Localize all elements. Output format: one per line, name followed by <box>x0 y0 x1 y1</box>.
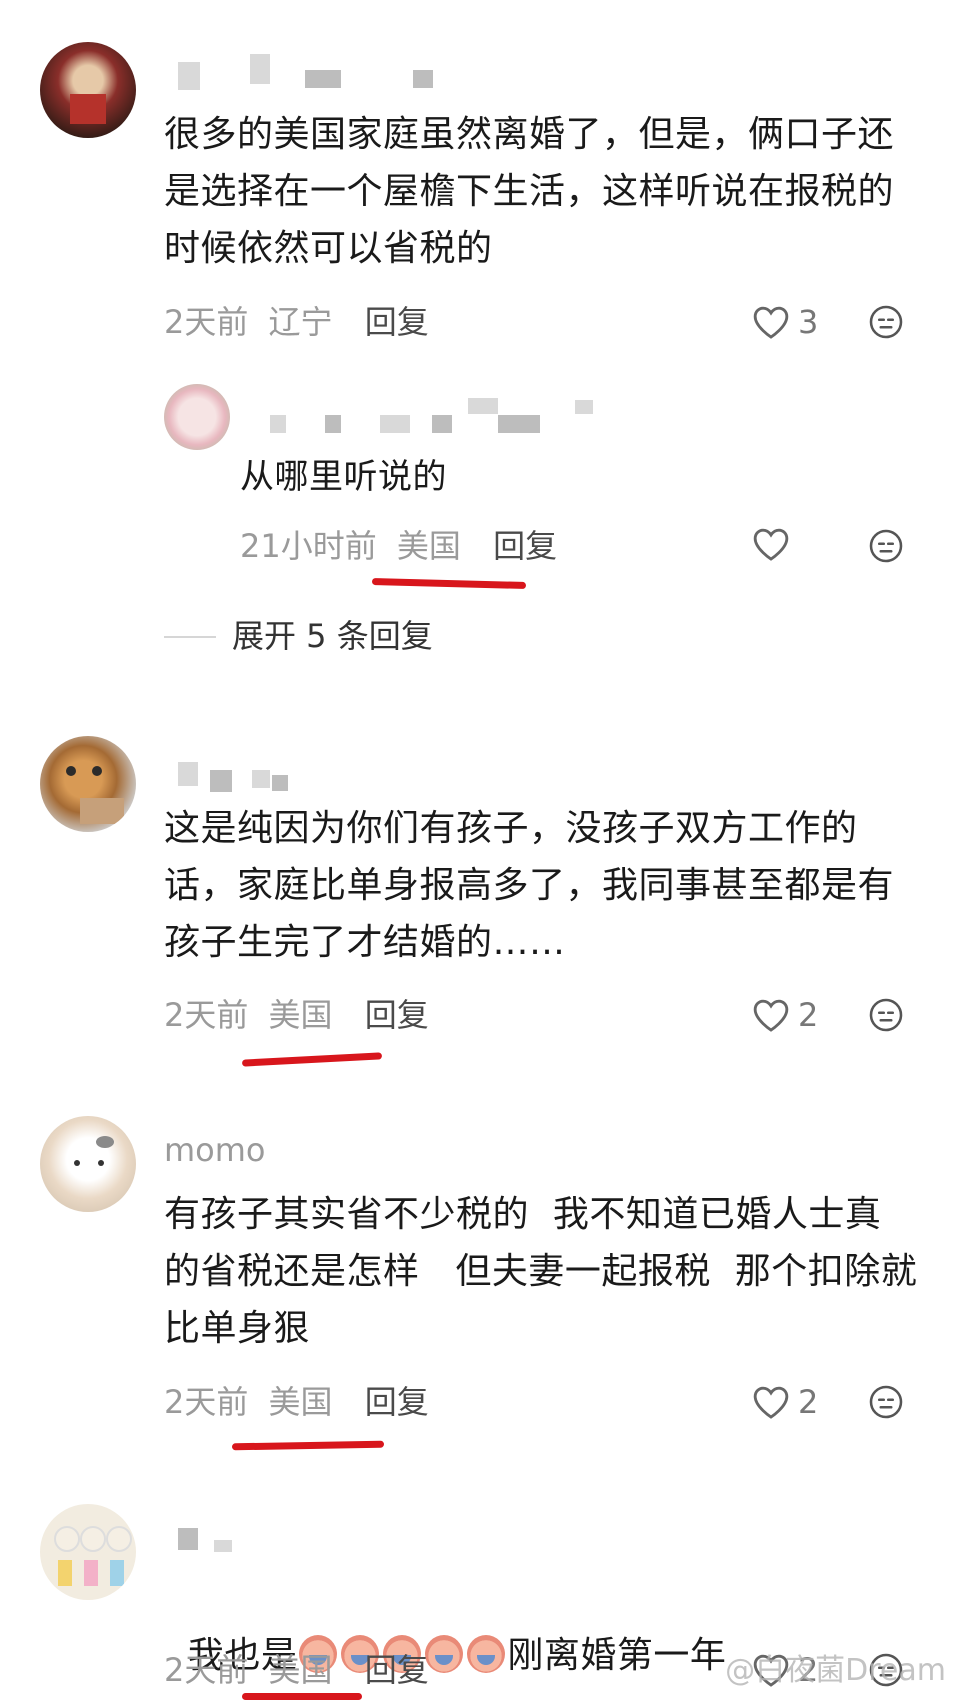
comment-location: 美国 <box>268 1383 333 1421</box>
reply-button[interactable]: 回复 <box>493 527 557 565</box>
heart-icon <box>753 1386 789 1419</box>
like-count: 3 <box>798 303 819 341</box>
heart-icon <box>753 528 789 561</box>
comment-text: 有孩子其实省不少税的 我不知道已婚人士真 的省税还是怎样 但夫妻一起报税 那个扣… <box>164 1194 918 1349</box>
heart-icon <box>753 306 789 339</box>
reply-button[interactable]: 回复 <box>365 1383 429 1421</box>
crying-face-icon <box>425 1635 464 1673</box>
heart-icon <box>753 999 789 1032</box>
comment-text: 很多的美国家庭虽然离婚了，但是，俩口子还 是选择在一个屋檐下生活，这样听说在报税… <box>164 114 895 269</box>
more-icon[interactable] <box>868 304 904 340</box>
comment-text-end: 刚离婚第一年 <box>507 1635 727 1676</box>
like-count: 2 <box>798 1383 819 1421</box>
more-icon[interactable] <box>868 528 904 564</box>
like-button[interactable]: 3 <box>752 302 818 342</box>
expand-replies-button[interactable]: 展开 5 条回复 <box>232 616 433 656</box>
highlight-underline <box>371 577 527 590</box>
comment-meta: 2天前 美国 回复 <box>164 1382 429 1422</box>
comment-time: 2天前 <box>164 1383 249 1421</box>
crying-face-icon <box>467 1635 506 1673</box>
expand-divider <box>164 636 216 638</box>
watermark: @白夜菌Dream <box>725 1653 946 1688</box>
comment-username[interactable]: momo <box>164 1130 266 1170</box>
highlight-underline <box>231 1440 385 1451</box>
avatar[interactable] <box>40 42 136 138</box>
comment-meta: 2天前 美国 回复 <box>164 995 429 1035</box>
reply-button[interactable]: 回复 <box>365 1651 429 1689</box>
more-icon[interactable] <box>868 997 904 1033</box>
comment-meta: 2天前 辽宁 回复 <box>164 302 429 342</box>
reply-text: 从哪里听说的 <box>240 457 447 497</box>
reply-avatar[interactable] <box>164 384 230 450</box>
reply-location: 美国 <box>396 527 461 565</box>
avatar[interactable] <box>40 1504 136 1600</box>
reply-button[interactable]: 回复 <box>365 996 429 1034</box>
highlight-underline <box>241 1052 383 1067</box>
comment-location: 美国 <box>268 996 333 1034</box>
like-count: 2 <box>798 996 819 1034</box>
reply-time: 21小时前 <box>240 527 377 565</box>
more-icon[interactable] <box>868 1384 904 1420</box>
comment-time: 2天前 <box>164 996 249 1034</box>
comment-text: 这是纯因为你们有孩子，没孩子双方工作的 话，家庭比单身报高多了，我同事甚至都是有… <box>164 808 895 963</box>
comment-location: 辽宁 <box>268 303 333 341</box>
comment-location: 美国 <box>268 1651 333 1689</box>
like-button[interactable] <box>752 526 790 562</box>
comment-meta: 2天前 美国 回复 <box>164 1650 429 1690</box>
like-button[interactable]: 2 <box>752 1382 818 1422</box>
comment-time: 2天前 <box>164 303 249 341</box>
reply-button[interactable]: 回复 <box>365 303 429 341</box>
avatar[interactable] <box>40 736 136 832</box>
comment-time: 2天前 <box>164 1651 249 1689</box>
avatar[interactable] <box>40 1116 136 1212</box>
reply-meta: 21小时前 美国 回复 <box>240 526 557 566</box>
like-button[interactable]: 2 <box>752 995 818 1035</box>
